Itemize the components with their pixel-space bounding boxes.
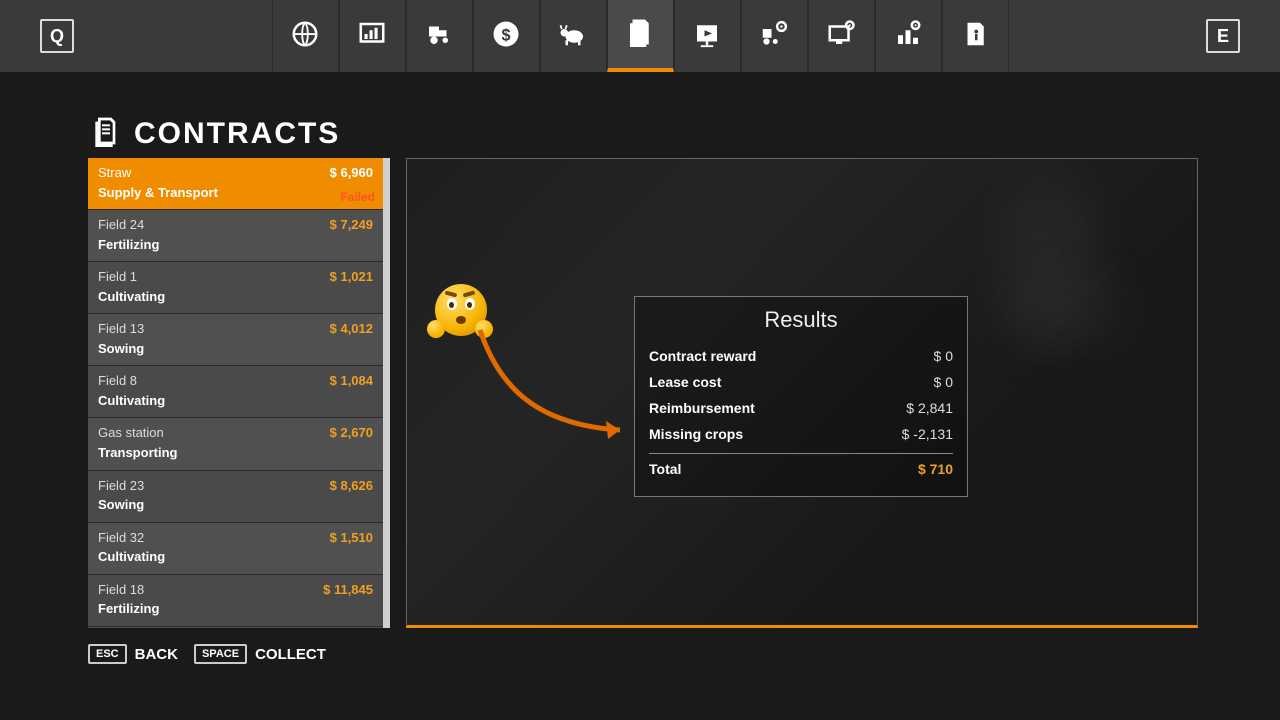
contract-field: Field 13 [98,320,144,338]
contract-price: $ 1,084 [330,372,373,390]
page-header: CONTRACTS [90,115,340,152]
svg-text:$: $ [501,26,510,44]
contract-field: Field 1 [98,268,137,286]
vehicles-icon [424,19,454,54]
contracts-icon [90,115,122,152]
contract-task: Transporting [98,444,373,462]
next-tab-key[interactable]: E [1206,19,1240,53]
contract-item[interactable]: Field 23 $ 8,626Sowing [88,471,383,523]
back-label: BACK [135,646,178,663]
contract-status: Failed [340,189,375,205]
finance-icon: $ [491,19,521,54]
collect-label: COLLECT [255,646,326,663]
contract-task: Fertilizing [98,600,373,618]
esc-key-icon: ESC [88,644,127,664]
nav-tab-vehicle-settings-icon[interactable] [741,0,808,72]
contract-field: Straw [98,164,131,182]
contract-field: Field 32 [98,529,144,547]
contract-task: Cultivating [98,288,373,306]
results-row-label: Missing crops [649,426,743,442]
map-icon [290,19,320,54]
nav-tab-finance-icon[interactable]: $ [473,0,540,72]
total-label: Total [649,461,681,477]
contract-price: $ 6,960 [330,164,373,182]
contract-item[interactable]: Field 18 $ 11,845Fertilizing [88,575,383,627]
nav-tab-map-icon[interactable] [272,0,339,72]
collect-button[interactable]: SPACE COLLECT [194,644,326,664]
contract-field: Gas station [98,424,164,442]
back-button[interactable]: ESC BACK [88,644,178,664]
contract-item[interactable]: Field 13 $ 4,012 Sowing [88,314,383,366]
contract-task: Fertilizing [98,236,373,254]
results-row: Missing crops $ -2,131 [649,421,953,447]
contract-price: $ 8,626 [330,477,373,495]
contract-item[interactable]: Field 8 $ 1,084 Cultivating [88,366,383,418]
display-settings-icon [826,19,856,54]
contract-item[interactable]: Field 24 $ 7,249 Fertilizing [88,210,383,262]
contract-task: Sowing [98,340,373,358]
contract-price: $ 1,510 [330,529,373,547]
nav-tab-animals-icon[interactable] [540,0,607,72]
contract-item[interactable]: Field 32 $ 1,510Cultivating [88,523,383,575]
contract-field: Field 18 [98,581,144,599]
contract-price: $ 11,845 [323,581,373,599]
contracts-icon [625,17,655,52]
results-row-value: $ 0 [934,374,953,390]
divider [649,453,953,454]
nav-tab-contracts-icon[interactable] [607,0,674,72]
nav-tab-display-settings-icon[interactable] [808,0,875,72]
tutorial-icon [692,19,722,54]
prev-tab-key[interactable]: Q [40,19,74,53]
vehicle-settings-icon [759,19,789,54]
results-title: Results [649,307,953,333]
results-panel: Results Contract reward $ 0 Lease cost $ 0 R… [634,296,968,497]
nav-tab-info-icon[interactable] [942,0,1009,72]
contract-task: Sowing [98,496,373,514]
nav-tab-tutorial-icon[interactable] [674,0,741,72]
annotation-arrow-icon [450,300,650,460]
contract-task: Cultivating [98,548,373,566]
results-row: Reimbursement $ 2,841 [649,395,953,421]
nav-tab-game-settings-icon[interactable] [875,0,942,72]
contract-price: $ 2,670 [330,424,373,442]
contract-list[interactable]: Straw $ 6,960 Supply & TransportFailed Fiel… [88,158,390,628]
results-row-value: $ 2,841 [906,400,953,416]
space-key-icon: SPACE [194,644,247,664]
results-row-label: Reimbursement [649,400,755,416]
contract-item[interactable]: Field 25$ 8,427Sowing [88,627,383,628]
results-row: Lease cost $ 0 [649,369,953,395]
nav-tab-vehicles-icon[interactable] [406,0,473,72]
contract-task: Supply & Transport [98,184,373,202]
results-row-value: $ 0 [934,348,953,364]
animals-icon [558,19,588,54]
contract-field: Field 23 [98,477,144,495]
info-icon [960,19,990,54]
stats-icon [357,19,387,54]
contract-field: Field 24 [98,216,144,234]
results-row-label: Lease cost [649,374,721,390]
page-title: CONTRACTS [134,117,340,151]
contract-price: $ 1,021 [330,268,373,286]
results-row-label: Contract reward [649,348,756,364]
contract-price: $ 4,012 [330,320,373,338]
contract-item[interactable]: Field 1 $ 1,021 Cultivating [88,262,383,314]
contract-task: Cultivating [98,392,373,410]
contract-item[interactable]: Straw $ 6,960 Supply & TransportFailed [88,158,383,210]
game-settings-icon [893,19,923,54]
footer-actions: ESC BACK SPACE COLLECT [88,644,326,664]
contract-item[interactable]: Gas station $ 2,670 Transporting [88,418,383,470]
results-row: Contract reward $ 0 [649,343,953,369]
total-value: $ 710 [918,461,953,477]
nav-tabs: $ [272,0,1009,72]
nav-tab-stats-icon[interactable] [339,0,406,72]
contract-price: $ 7,249 [330,216,373,234]
results-row-value: $ -2,131 [902,426,953,442]
contract-field: Field 8 [98,372,137,390]
top-menu-bar: Q $ E [0,0,1280,75]
